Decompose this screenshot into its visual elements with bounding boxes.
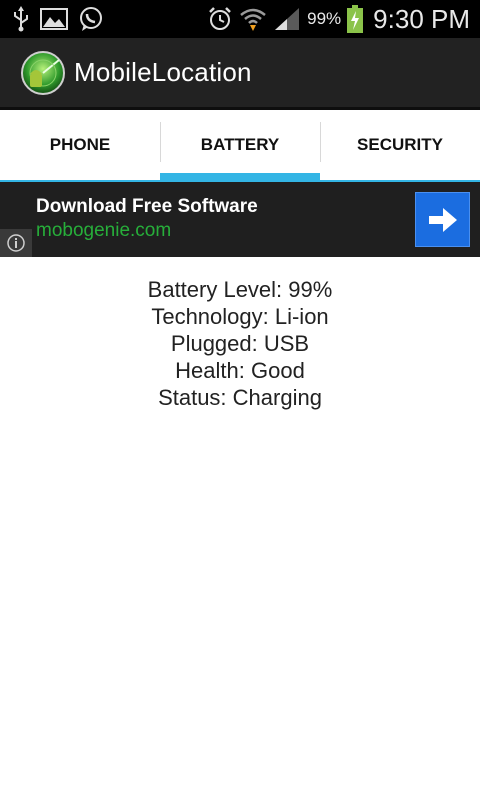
ad-url[interactable]: mobogenie.com	[36, 220, 171, 242]
signal-icon	[273, 6, 301, 32]
arrow-right-icon	[428, 207, 457, 232]
ad-info-button[interactable]	[0, 229, 32, 257]
status-bar-system: 99% 9:30 PM	[207, 4, 480, 35]
status-bar: 99% 9:30 PM	[0, 0, 480, 38]
tab-label: BATTERY	[200, 135, 280, 154]
battery-health-text: Health: Good	[175, 358, 305, 383]
clock: 9:30 PM	[373, 3, 470, 34]
tab-battery[interactable]: BATTERY	[160, 110, 320, 180]
battery-status-text: Status: Charging	[158, 385, 322, 410]
tab-security[interactable]: SECURITY	[320, 110, 480, 180]
tab-phone[interactable]: PHONE	[0, 110, 160, 180]
battery-technology-text: Technology: Li-ion	[151, 304, 329, 329]
info-icon	[7, 234, 25, 252]
tab-bar: PHONE BATTERY SECURITY	[0, 110, 480, 182]
ad-open-button[interactable]	[415, 192, 470, 247]
action-bar: MobileLocation	[0, 38, 480, 110]
battery-charging-icon	[347, 5, 364, 33]
battery-info: Battery Level: 99% Technology: Li-ion Pl…	[0, 276, 480, 411]
battery-level-text: Battery Level: 99%	[147, 277, 333, 302]
whatsapp-icon	[78, 6, 104, 32]
app-logo-icon[interactable]	[20, 50, 66, 96]
gallery-icon	[40, 7, 68, 31]
ad-banner[interactable]: Download Free Software mobogenie.com	[0, 182, 480, 257]
status-bar-notifications	[0, 6, 104, 32]
alarm-icon	[207, 6, 233, 32]
app-title: MobileLocation	[74, 57, 252, 87]
battery-plugged-text: Plugged: USB	[170, 331, 310, 356]
battery-percent: 99%	[307, 9, 342, 28]
usb-icon	[12, 6, 30, 32]
tab-label: PHONE	[49, 135, 111, 154]
tab-label: SECURITY	[357, 135, 443, 154]
ad-title: Download Free Software	[36, 196, 258, 217]
wifi-icon	[239, 6, 267, 32]
